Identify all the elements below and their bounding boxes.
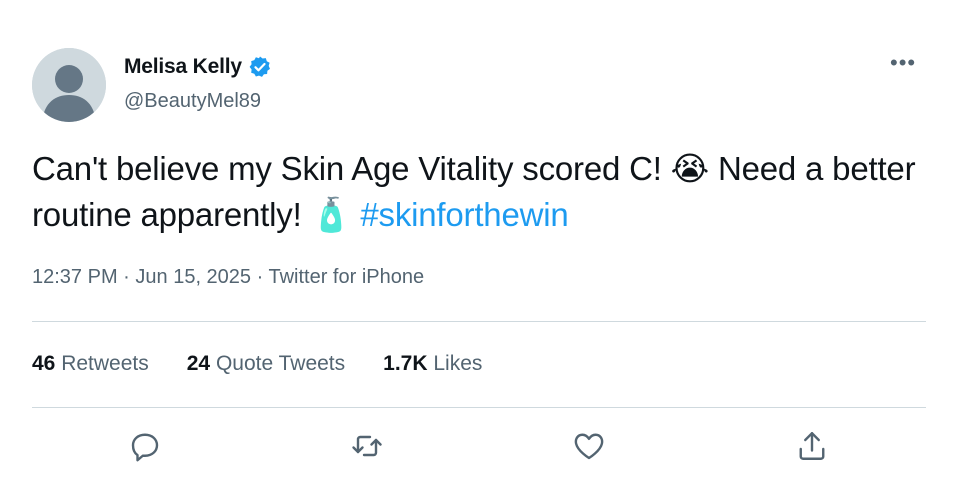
meta-separator: · [251, 266, 269, 288]
likes-stat[interactable]: 1.7K Likes [383, 352, 482, 376]
tweet-source[interactable]: Twitter for iPhone [268, 266, 424, 288]
tweet-text-part: Can't believe my Skin Age Vitality score… [32, 150, 671, 187]
retweets-stat[interactable]: 46 Retweets [32, 352, 149, 376]
tweet-stats: 46 Retweets 24 Quote Tweets 1.7K Likes [32, 352, 482, 376]
hashtag-link[interactable]: #skinforthewin [360, 196, 568, 233]
avatar[interactable] [32, 48, 106, 122]
reply-icon [131, 433, 159, 462]
quote-tweets-count: 24 [186, 352, 211, 375]
retweet-icon [352, 435, 382, 457]
retweets-label: Retweets [61, 352, 149, 375]
crying-face-emoji-icon: 😭 [670, 149, 710, 188]
reply-button[interactable] [127, 428, 163, 464]
retweet-button[interactable] [349, 428, 385, 464]
display-name[interactable]: Melisa Kelly [124, 55, 242, 79]
tweet-time[interactable]: 12:37 PM [32, 266, 118, 288]
heart-icon [574, 433, 604, 460]
share-icon [799, 432, 825, 460]
like-button[interactable] [571, 428, 607, 464]
retweets-count: 46 [32, 352, 56, 375]
meta-separator: · [117, 266, 136, 288]
default-avatar-icon [32, 48, 106, 122]
likes-count: 1.7K [383, 352, 428, 375]
quote-tweets-stat[interactable]: 24 Quote Tweets [187, 352, 345, 376]
likes-label: Likes [433, 352, 483, 375]
divider [32, 407, 926, 408]
user-handle[interactable]: @BeautyMel89 [124, 90, 261, 113]
tweet-date[interactable]: Jun 15, 2025 [135, 266, 251, 288]
share-button[interactable] [794, 428, 830, 464]
verified-badge-icon [249, 56, 270, 77]
author-name-row[interactable]: Melisa Kelly [124, 55, 272, 79]
divider [32, 321, 926, 322]
lotion-bottle-emoji-icon: 🧴 [310, 195, 352, 234]
tweet-meta: 12:37 PM · Jun 15, 2025 · Twitter for iP… [32, 266, 424, 289]
quote-tweets-label: Quote Tweets [215, 352, 346, 375]
more-options-button[interactable]: ••• [890, 50, 916, 76]
tweet-text: Can't believe my Skin Age Vitality score… [32, 146, 932, 238]
tweet-actions [0, 428, 956, 464]
